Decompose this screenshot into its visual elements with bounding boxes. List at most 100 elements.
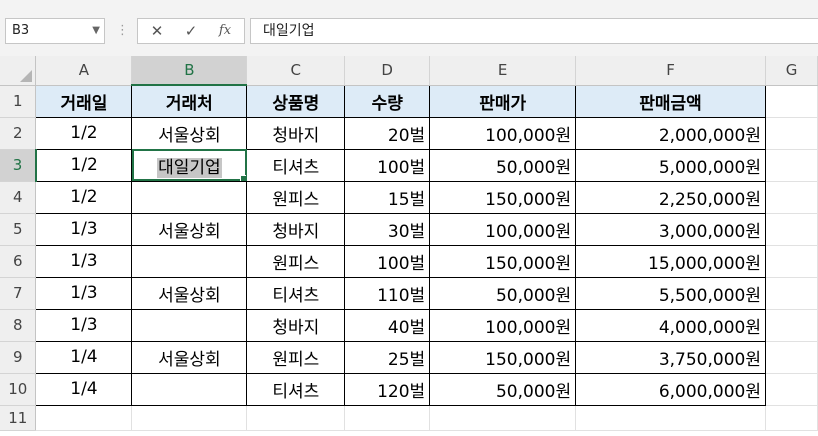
cell-a9[interactable]: 1/4 [35, 340, 133, 374]
cell-g5[interactable] [765, 213, 818, 246]
cell-a5[interactable]: 1/3 [35, 212, 133, 246]
cell-g9[interactable] [765, 341, 818, 374]
cell-e3[interactable]: 50,000원 [429, 148, 577, 182]
cancel-icon[interactable]: ✕ [142, 19, 172, 43]
cell-d3[interactable]: 100벌 [344, 148, 431, 182]
cell-e4[interactable]: 150,000원 [429, 180, 577, 214]
cell-d10[interactable]: 120벌 [344, 372, 431, 406]
cell-d1[interactable]: 수량 [344, 84, 431, 118]
cell-b2[interactable]: 서울상회 [131, 116, 248, 150]
cell-f7[interactable]: 5,500,000원 [575, 276, 766, 310]
cell-a8[interactable]: 1/3 [35, 308, 133, 342]
cell-e7[interactable]: 50,000원 [429, 276, 577, 310]
cell-d9[interactable]: 25벌 [344, 340, 431, 374]
formula-input[interactable]: 대일기업 [250, 18, 818, 44]
cell-g11[interactable] [765, 405, 818, 431]
cell-c4[interactable]: 원피스 [246, 180, 346, 214]
row-header-2[interactable]: 2 [0, 117, 37, 150]
row-header-9[interactable]: 9 [0, 341, 37, 374]
cell-f11[interactable] [575, 405, 766, 431]
cell-e6[interactable]: 150,000원 [429, 244, 577, 278]
cell-c6[interactable]: 원피스 [246, 244, 346, 278]
cell-g8[interactable] [765, 309, 818, 342]
cell-c10[interactable]: 티셔츠 [246, 372, 346, 406]
cell-f8[interactable]: 4,000,000원 [575, 308, 766, 342]
row-header-3[interactable]: 3 [0, 149, 37, 182]
name-box[interactable]: B3 ▼ [5, 18, 105, 44]
cell-c1[interactable]: 상품명 [246, 84, 346, 118]
cell-f6[interactable]: 15,000,000원 [575, 244, 766, 278]
row-header-4[interactable]: 4 [0, 181, 37, 214]
cell-b6[interactable] [131, 244, 248, 278]
cell-g1[interactable] [765, 85, 818, 118]
cell-b9[interactable]: 서울상회 [131, 340, 248, 374]
cell-c11[interactable] [246, 405, 346, 431]
column-header-e[interactable]: E [429, 56, 577, 86]
cell-b4[interactable] [131, 180, 248, 214]
cell-a6[interactable]: 1/3 [35, 244, 133, 278]
cell-f10[interactable]: 6,000,000원 [575, 372, 766, 406]
cell-b5[interactable]: 서울상회 [131, 212, 248, 246]
cell-b3-active[interactable]: 대일기업 [131, 148, 248, 182]
cell-f3[interactable]: 5,000,000원 [575, 148, 766, 182]
chevron-down-icon[interactable]: ▼ [92, 19, 100, 43]
cell-g2[interactable] [765, 117, 818, 150]
cell-g10[interactable] [765, 373, 818, 406]
row-header-1[interactable]: 1 [0, 85, 37, 118]
cell-a2[interactable]: 1/2 [35, 116, 133, 150]
cell-f5[interactable]: 3,000,000원 [575, 212, 766, 246]
cell-a7[interactable]: 1/3 [35, 276, 133, 310]
cell-b1[interactable]: 거래처 [131, 84, 248, 118]
cell-g4[interactable] [765, 181, 818, 214]
cell-a4[interactable]: 1/2 [35, 180, 133, 214]
cell-d7[interactable]: 110벌 [344, 276, 431, 310]
row-header-11[interactable]: 11 [0, 405, 37, 431]
cell-f2[interactable]: 2,000,000원 [575, 116, 766, 150]
cell-e2[interactable]: 100,000원 [429, 116, 577, 150]
cell-c7[interactable]: 티셔츠 [246, 276, 346, 310]
fill-handle[interactable] [240, 174, 246, 180]
cell-c5[interactable]: 청바지 [246, 212, 346, 246]
row-header-7[interactable]: 7 [0, 277, 37, 310]
cell-b7[interactable]: 서울상회 [131, 276, 248, 310]
column-header-c[interactable]: C [246, 56, 346, 86]
cell-c2[interactable]: 청바지 [246, 116, 346, 150]
cell-c9[interactable]: 원피스 [246, 340, 346, 374]
cell-f9[interactable]: 3,750,000원 [575, 340, 766, 374]
cell-e10[interactable]: 50,000원 [429, 372, 577, 406]
cell-d5[interactable]: 30벌 [344, 212, 431, 246]
cell-e11[interactable] [429, 405, 577, 431]
cell-a1[interactable]: 거래일 [35, 84, 133, 118]
enter-check-icon[interactable]: ✓ [176, 19, 206, 43]
column-header-d[interactable]: D [344, 56, 431, 86]
column-header-f[interactable]: F [575, 56, 766, 86]
cell-e8[interactable]: 100,000원 [429, 308, 577, 342]
cell-a10[interactable]: 1/4 [35, 372, 133, 406]
cell-d2[interactable]: 20벌 [344, 116, 431, 150]
cell-d11[interactable] [344, 405, 431, 431]
column-header-g[interactable]: G [765, 56, 818, 86]
cell-b10[interactable] [131, 372, 248, 406]
cell-e5[interactable]: 100,000원 [429, 212, 577, 246]
cell-d8[interactable]: 40벌 [344, 308, 431, 342]
cell-b11[interactable] [131, 405, 248, 431]
cell-e1[interactable]: 판매가 [429, 84, 577, 118]
cell-f4[interactable]: 2,250,000원 [575, 180, 766, 214]
cell-f1[interactable]: 판매금액 [575, 84, 766, 118]
cell-a3[interactable]: 1/2 [35, 148, 133, 182]
cell-b8[interactable] [131, 308, 248, 342]
cell-e9[interactable]: 150,000원 [429, 340, 577, 374]
row-header-5[interactable]: 5 [0, 213, 37, 246]
row-header-6[interactable]: 6 [0, 245, 37, 278]
row-header-8[interactable]: 8 [0, 309, 37, 342]
insert-function-icon[interactable]: fx [210, 19, 240, 43]
cell-c8[interactable]: 청바지 [246, 308, 346, 342]
cell-g3[interactable] [765, 149, 818, 182]
row-header-10[interactable]: 10 [0, 373, 37, 406]
cell-g6[interactable] [765, 245, 818, 278]
cell-a11[interactable] [35, 405, 133, 431]
column-header-a[interactable]: A [35, 56, 133, 86]
select-all-corner[interactable] [0, 56, 37, 86]
cell-d6[interactable]: 100벌 [344, 244, 431, 278]
cell-c3[interactable]: 티셔츠 [246, 148, 346, 182]
